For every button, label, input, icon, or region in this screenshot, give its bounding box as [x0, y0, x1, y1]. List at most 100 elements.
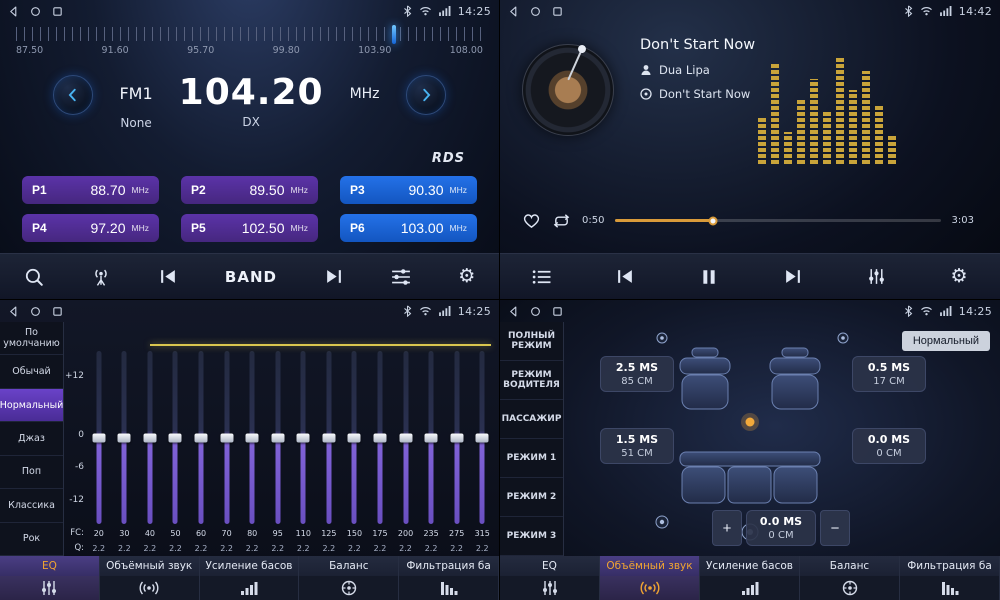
tab-balance-icon[interactable]: [800, 576, 900, 600]
audio-tab[interactable]: Фильтрация ба: [399, 556, 499, 576]
eq-slider-handle[interactable]: [118, 433, 131, 442]
eq-slider-handle[interactable]: [143, 433, 156, 442]
audio-tab[interactable]: Фильтрация ба: [900, 556, 1000, 576]
tab-eq-icon[interactable]: [500, 576, 600, 600]
broadcast-icon[interactable]: [91, 267, 111, 287]
next-icon[interactable]: [324, 268, 343, 285]
eq-slider-handle[interactable]: [425, 433, 438, 442]
frequency-ruler[interactable]: 87.5091.6095.7099.80103.90108.00: [16, 25, 483, 69]
eq-band-slider[interactable]: [367, 349, 393, 526]
eq-band-slider[interactable]: [86, 349, 112, 526]
eq-slider-handle[interactable]: [271, 433, 284, 442]
eq-slider-handle[interactable]: [450, 433, 463, 442]
nav-home-icon[interactable]: [530, 306, 541, 317]
eq-band-slider[interactable]: [342, 349, 368, 526]
nav-home-icon[interactable]: [30, 6, 41, 17]
tab-eq-icon[interactable]: [0, 576, 100, 600]
tab-filter-icon[interactable]: [900, 576, 1000, 600]
nav-back-icon[interactable]: [508, 6, 519, 17]
seek-bar[interactable]: [615, 219, 940, 222]
eq-preset-item[interactable]: Джаз: [0, 422, 63, 455]
eq-band-slider[interactable]: [444, 349, 470, 526]
preset-button[interactable]: P2 89.50 MHz: [181, 176, 318, 204]
nav-recents-icon[interactable]: [52, 6, 63, 17]
nav-recents-icon[interactable]: [552, 6, 563, 17]
preset-button[interactable]: P3 90.30 MHz: [340, 176, 477, 204]
tab-balance-icon[interactable]: [299, 576, 399, 600]
eq-preset-item[interactable]: Поп: [0, 456, 63, 489]
eq-slider-handle[interactable]: [92, 433, 105, 442]
eq-band-slider[interactable]: [291, 349, 317, 526]
listening-mode-item[interactable]: ПАССАЖИР: [500, 400, 563, 439]
audio-tab[interactable]: Усиление басов: [700, 556, 800, 576]
tune-up-button[interactable]: [406, 75, 446, 115]
audio-tab[interactable]: EQ: [500, 556, 600, 576]
eq-band-slider[interactable]: [265, 349, 291, 526]
eq-sliders-icon[interactable]: [867, 268, 886, 285]
nav-home-icon[interactable]: [30, 306, 41, 317]
eq-preset-item[interactable]: Рок: [0, 523, 63, 556]
audio-tab[interactable]: Баланс: [299, 556, 399, 576]
eq-band-slider[interactable]: [112, 349, 138, 526]
preset-button[interactable]: P5 102.50 MHz: [181, 214, 318, 242]
eq-band-slider[interactable]: [137, 349, 163, 526]
tab-surround-icon[interactable]: [600, 576, 700, 600]
eq-slider-handle[interactable]: [220, 433, 233, 442]
nav-recents-icon[interactable]: [52, 306, 63, 317]
eq-band-slider[interactable]: [239, 349, 265, 526]
repeat-icon[interactable]: [552, 213, 571, 229]
delay-increase-button[interactable]: +: [712, 510, 742, 546]
previous-icon[interactable]: [616, 268, 635, 285]
queue-icon[interactable]: [532, 269, 551, 285]
pause-icon[interactable]: [700, 268, 718, 286]
tuner-sliders-icon[interactable]: [391, 268, 411, 286]
settings-icon[interactable]: ⚙: [458, 267, 475, 286]
favorite-icon[interactable]: [522, 212, 541, 229]
tab-bass-boost-icon[interactable]: [200, 576, 300, 600]
tune-down-button[interactable]: [53, 75, 93, 115]
tab-surround-icon[interactable]: [100, 576, 200, 600]
eq-band-slider[interactable]: [418, 349, 444, 526]
eq-preset-item[interactable]: Классика: [0, 489, 63, 522]
eq-slider-handle[interactable]: [246, 433, 259, 442]
eq-slider-handle[interactable]: [399, 433, 412, 442]
eq-slider-handle[interactable]: [322, 433, 335, 442]
audio-tab[interactable]: Усиление басов: [200, 556, 300, 576]
eq-preset-item[interactable]: Нормальный: [0, 389, 63, 422]
sound-profile-button[interactable]: Нормальный: [902, 331, 990, 351]
eq-slider-handle[interactable]: [297, 433, 310, 442]
delay-decrease-button[interactable]: −: [820, 510, 850, 546]
listening-mode-item[interactable]: РЕЖИМ 1: [500, 439, 563, 478]
preset-button[interactable]: P4 97.20 MHz: [22, 214, 159, 242]
eq-slider-handle[interactable]: [169, 433, 182, 442]
tab-filter-icon[interactable]: [399, 576, 499, 600]
nav-back-icon[interactable]: [508, 306, 519, 317]
next-icon[interactable]: [783, 268, 802, 285]
eq-slider-handle[interactable]: [195, 433, 208, 442]
seek-knob[interactable]: [708, 216, 717, 225]
eq-band-slider[interactable]: [214, 349, 240, 526]
listening-mode-item[interactable]: РЕЖИМ ВОДИТЕЛЯ: [500, 361, 563, 400]
listening-mode-item[interactable]: ПОЛНЫЙ РЕЖИМ: [500, 322, 563, 361]
previous-icon[interactable]: [159, 268, 178, 285]
settings-icon[interactable]: ⚙: [950, 267, 967, 286]
nav-home-icon[interactable]: [530, 6, 541, 17]
nav-back-icon[interactable]: [8, 6, 19, 17]
preset-button[interactable]: P1 88.70 MHz: [22, 176, 159, 204]
eq-band-slider[interactable]: [393, 349, 419, 526]
eq-band-slider[interactable]: [469, 349, 495, 526]
audio-tab[interactable]: EQ: [0, 556, 100, 576]
eq-slider-handle[interactable]: [476, 433, 489, 442]
tab-bass-boost-icon[interactable]: [700, 576, 800, 600]
eq-band-slider[interactable]: [188, 349, 214, 526]
eq-preset-item[interactable]: По умолчанию: [0, 322, 63, 355]
eq-band-slider[interactable]: [316, 349, 342, 526]
eq-band-slider[interactable]: [163, 349, 189, 526]
preset-button[interactable]: P6 103.00 MHz: [340, 214, 477, 242]
band-button[interactable]: BAND: [225, 268, 277, 286]
nav-back-icon[interactable]: [8, 306, 19, 317]
nav-recents-icon[interactable]: [552, 306, 563, 317]
listening-mode-item[interactable]: РЕЖИМ 2: [500, 478, 563, 517]
audio-tab[interactable]: Объёмный звук: [600, 556, 700, 576]
audio-tab[interactable]: Баланс: [800, 556, 900, 576]
